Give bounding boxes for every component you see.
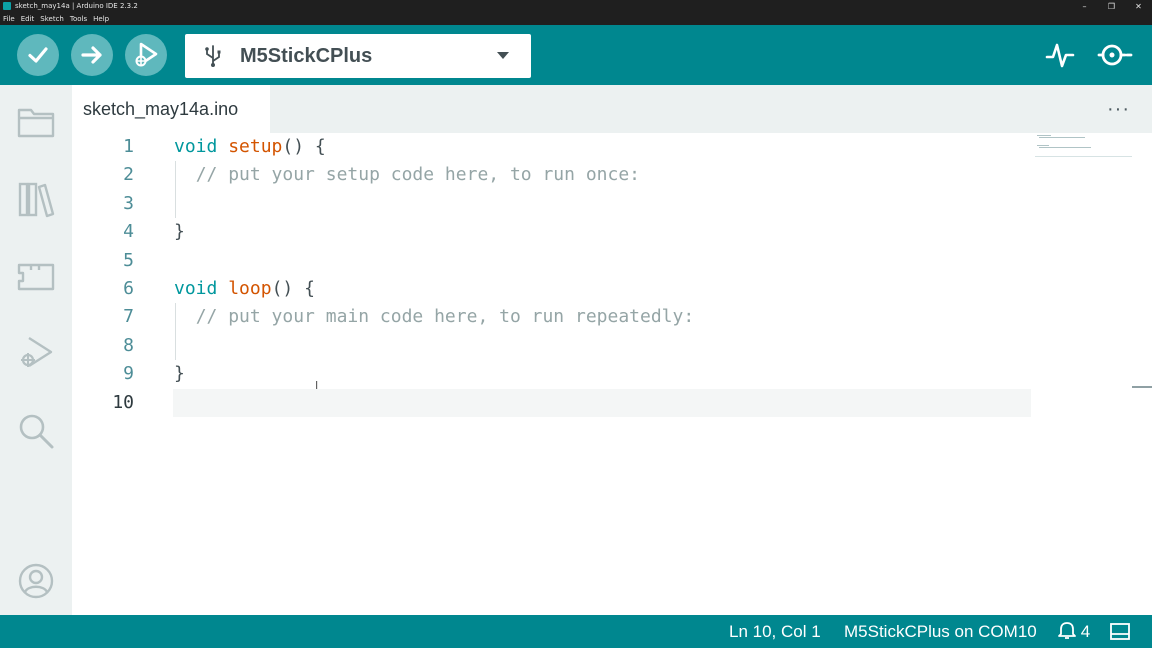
- code-line: 3: [72, 190, 1072, 218]
- code-line: 4}: [72, 218, 1072, 246]
- scrollbar-marker[interactable]: [1132, 386, 1152, 388]
- line-number: 7: [123, 306, 134, 328]
- debug-button[interactable]: [125, 34, 167, 76]
- text-cursor-icon: I: [315, 379, 319, 392]
- account-icon: [18, 563, 54, 599]
- menu-file[interactable]: File: [3, 13, 15, 25]
- board-name: M5StickCPlus: [240, 45, 373, 67]
- toggle-panel-button[interactable]: [1110, 623, 1130, 640]
- code-text: }: [174, 218, 185, 246]
- menu-tools[interactable]: Tools: [70, 13, 87, 25]
- code-keyword: void: [174, 136, 218, 157]
- line-number: 3: [123, 192, 134, 214]
- line-number: 5: [123, 249, 134, 271]
- code-line: 5: [72, 247, 1072, 275]
- panel-icon: [1110, 623, 1130, 640]
- board-icon: [17, 263, 55, 291]
- sidebar-item-boards-manager[interactable]: [16, 256, 56, 296]
- chevron-down-icon: [497, 52, 509, 59]
- board-port-status[interactable]: M5StickCPlus on COM10: [844, 615, 1037, 648]
- sidebar-item-debug[interactable]: [16, 333, 56, 373]
- code-text: void setup() {: [174, 133, 326, 161]
- tab-sketch-may14a[interactable]: sketch_may14a.ino: [72, 85, 270, 133]
- notifications-button[interactable]: 4: [1058, 615, 1090, 648]
- sidebar-item-sketchbook[interactable]: [16, 102, 56, 142]
- library-icon: [18, 182, 55, 218]
- line-number: 10: [112, 391, 134, 413]
- line-number: 2: [123, 164, 134, 186]
- status-bar: Ln 10, Col 1 M5StickCPlus on COM10 4: [0, 615, 1152, 648]
- cursor-position[interactable]: Ln 10, Col 1: [729, 615, 821, 648]
- debug-icon: [135, 42, 158, 67]
- line-number: 4: [123, 221, 134, 243]
- code-token: }: [174, 363, 185, 385]
- menu-sketch[interactable]: Sketch: [40, 13, 64, 25]
- code-text: void loop() {: [174, 275, 315, 303]
- code-text: // put your main code here, to run repea…: [174, 303, 695, 331]
- toolbar: M5StickCPlus: [0, 25, 1152, 85]
- code-text: // put your setup code here, to run once…: [174, 161, 640, 189]
- code-function: setup: [228, 136, 283, 157]
- code-line: 6 void loop() {: [72, 275, 1072, 303]
- code-line: 1 void setup() {: [72, 133, 1072, 161]
- usb-icon: [205, 45, 221, 67]
- code-editor[interactable]: 1 void setup() {2 // put your setup code …: [72, 133, 1152, 615]
- more-actions-icon[interactable]: ···: [1107, 98, 1130, 121]
- maximize-icon[interactable]: ❐: [1098, 0, 1125, 13]
- menu-edit[interactable]: Edit: [21, 13, 35, 25]
- window-title: sketch_may14a | Arduino IDE 2.3.2: [15, 2, 138, 10]
- code-line: 7 // put your main code here, to run rep…: [72, 303, 1072, 331]
- window-title-bar: sketch_may14a | Arduino IDE 2.3.2 – ❐ ✕: [0, 0, 1152, 13]
- code-token: }: [174, 221, 185, 243]
- sidebar-item-account[interactable]: [16, 561, 56, 601]
- serial-monitor-button[interactable]: [1094, 39, 1134, 76]
- editor-tab-bar: sketch_may14a.ino ···: [72, 85, 1152, 133]
- magnifier-icon: [1097, 44, 1133, 66]
- code-function: loop: [228, 278, 272, 299]
- code-keyword: void: [174, 278, 218, 299]
- line-number: 8: [123, 334, 134, 356]
- bell-icon: [1058, 622, 1076, 639]
- code-token: () {: [282, 136, 326, 157]
- sidebar-item-search[interactable]: [16, 411, 56, 451]
- sidebar: [0, 85, 72, 615]
- code-token: () {: [271, 278, 315, 299]
- pulse-icon: [1045, 43, 1075, 68]
- minimize-icon[interactable]: –: [1071, 0, 1098, 13]
- code-line: 9}: [72, 360, 1072, 388]
- arrow-right-icon: [81, 46, 102, 64]
- code-comment: // put your main code here, to run repea…: [195, 306, 695, 328]
- menu-bar: File Edit Sketch Tools Help: [0, 13, 1152, 25]
- line-number: 9: [123, 363, 134, 385]
- serial-plotter-button[interactable]: [1044, 39, 1076, 76]
- search-icon: [19, 414, 54, 449]
- window-controls: – ❐ ✕: [1071, 0, 1152, 13]
- code-line: 10: [72, 389, 1072, 417]
- folder-icon: [17, 108, 55, 138]
- tab-label: sketch_may14a.ino: [83, 99, 239, 119]
- upload-button[interactable]: [71, 34, 113, 76]
- code-comment: // put your setup code here, to run once…: [195, 164, 641, 186]
- checkmark-icon: [28, 47, 48, 63]
- menu-help[interactable]: Help: [93, 13, 109, 25]
- arduino-app-icon: [3, 2, 11, 10]
- minimap[interactable]: [1035, 133, 1132, 157]
- code-line: 2 // put your setup code here, to run on…: [72, 161, 1072, 189]
- close-icon[interactable]: ✕: [1125, 0, 1152, 13]
- line-number: 6: [123, 278, 134, 299]
- board-selector[interactable]: M5StickCPlus: [185, 34, 531, 78]
- debug-icon: [21, 336, 53, 368]
- sidebar-item-library-manager[interactable]: [16, 179, 56, 219]
- code-text: }: [174, 360, 185, 388]
- line-number: 1: [123, 136, 134, 157]
- code-line: 8: [72, 332, 1072, 360]
- verify-button[interactable]: [17, 34, 59, 76]
- notification-count: 4: [1080, 622, 1091, 641]
